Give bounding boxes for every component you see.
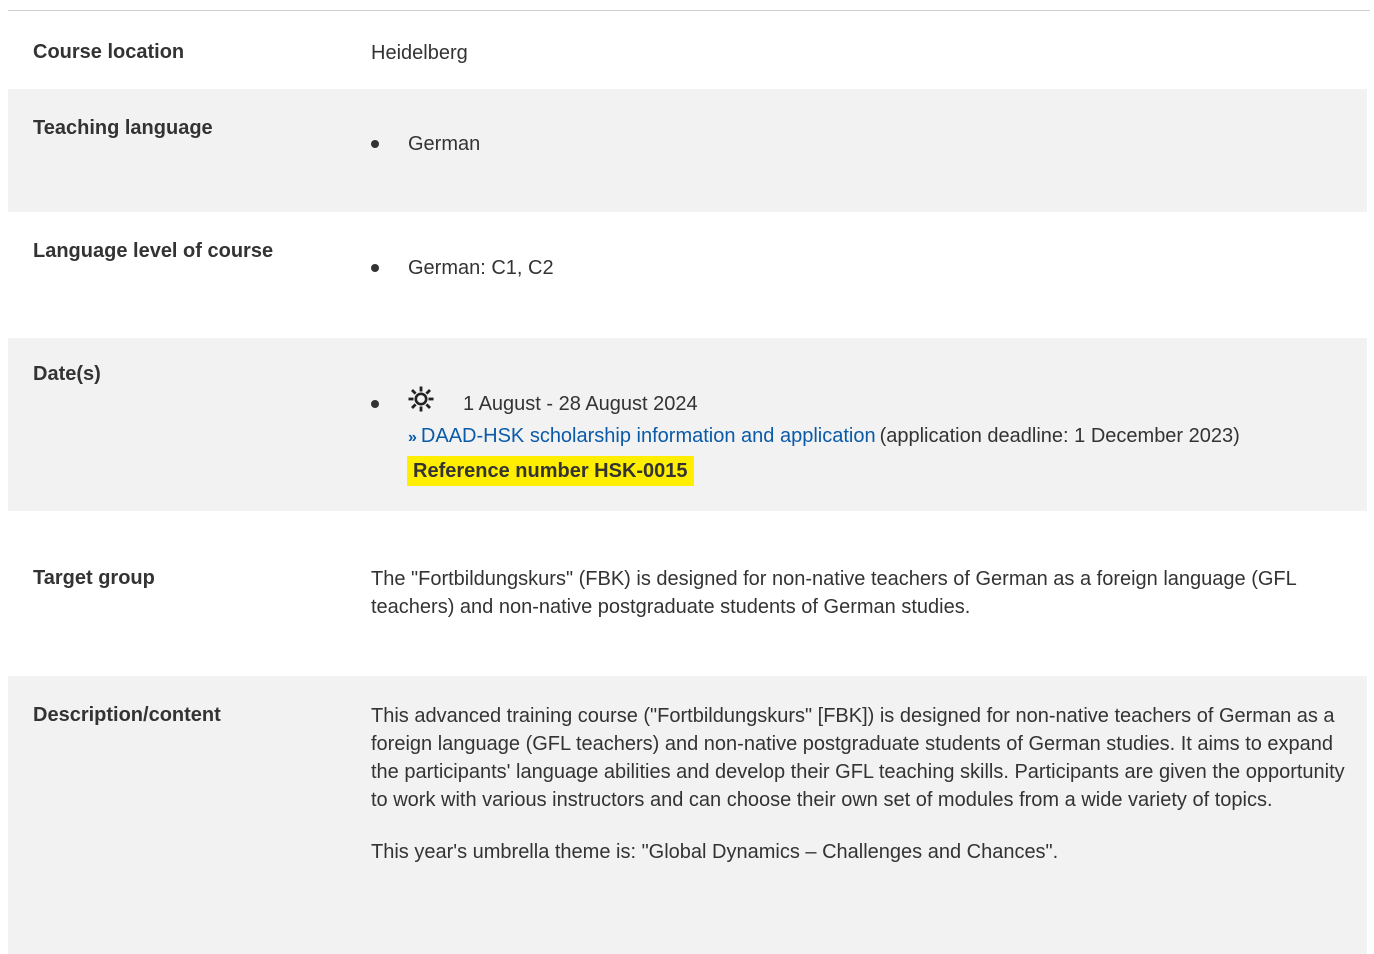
teaching-language-label: Teaching language [33, 117, 213, 139]
description-label: Description/content [33, 704, 221, 726]
dates-item: 1 August - 28 August 2024 » DAAD-HSK scho… [371, 386, 1351, 490]
description-paragraph: This year's umbrella theme is: "Global D… [371, 841, 1059, 863]
sun-icon [408, 386, 434, 412]
description-paragraph: This advanced training course ("Fortbild… [371, 705, 1345, 811]
row-target-group: Target group The "Fortbildungskurs" (FBK… [8, 511, 1367, 676]
language-level-value: German: C1, C2 [408, 257, 554, 279]
course-location-value: Heidelberg [371, 42, 468, 64]
date-range: 1 August - 28 August 2024 [463, 393, 698, 415]
language-level-label: Language level of course [33, 240, 274, 262]
description-content: This advanced training course ("Fortbild… [371, 702, 1347, 866]
course-location-label: Course location [33, 41, 185, 63]
row-course-location: Course location Heidelberg [8, 11, 1367, 89]
scholarship-link-line: » DAAD-HSK scholarship information and ap… [408, 422, 1240, 452]
bullet-icon [371, 400, 379, 408]
course-details-page: Course location Heidelberg Teaching lang… [0, 0, 1374, 954]
bullet-icon [371, 264, 379, 272]
dates-label: Date(s) [33, 363, 101, 385]
row-language-level: Language level of course German: C1, C2 [8, 212, 1367, 338]
target-group-value: The "Fortbildungskurs" (FBK) is designed… [371, 568, 1297, 618]
teaching-language-value: German [408, 133, 481, 155]
target-group-label: Target group [33, 567, 155, 589]
row-teaching-language: Teaching language German [8, 89, 1367, 212]
double-chevron-icon: » [408, 429, 417, 446]
bullet-icon [371, 140, 379, 148]
application-deadline: (application deadline: 1 December 2023) [879, 425, 1240, 447]
row-description: Description/content This advanced traini… [8, 676, 1367, 954]
row-dates: Date(s) 1 August - 28 August 2024 » DAAD… [8, 338, 1367, 511]
reference-number-badge: Reference number HSK-0015 [407, 456, 694, 486]
scholarship-link[interactable]: DAAD-HSK scholarship information and app… [421, 425, 876, 447]
